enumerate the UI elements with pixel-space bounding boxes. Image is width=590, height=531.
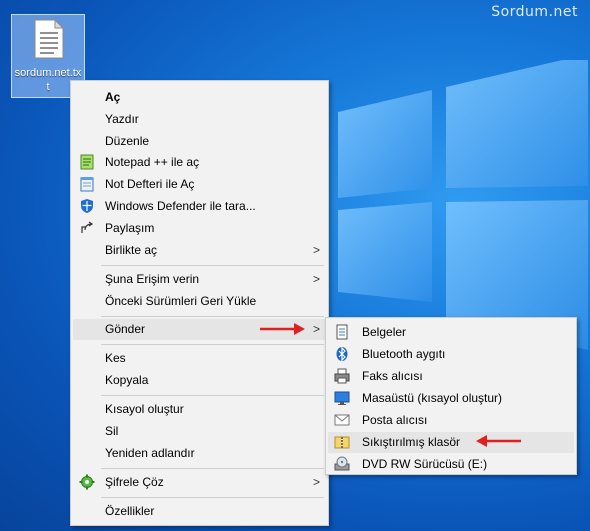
annotation-arrow-compressed-folder: [476, 435, 521, 447]
menu-item-label: DVD RW Sürücüsü (E:): [362, 457, 488, 471]
menu-item-label: Notepad ++ ile aç: [105, 155, 200, 169]
fax-icon: [334, 368, 350, 384]
chevron-right-icon: >: [312, 243, 320, 257]
menu-item-defender-scan[interactable]: Windows Defender ile tara...: [73, 196, 326, 217]
menu-item-label: Önceki Sürümleri Geri Yükle: [105, 294, 257, 308]
menu-separator: [101, 395, 324, 396]
menu-item-label: Windows Defender ile tara...: [105, 199, 256, 213]
menu-separator: [101, 468, 324, 469]
send-to-fax[interactable]: Faks alıcısı: [328, 366, 574, 387]
mail-icon: [334, 414, 350, 426]
menu-item-label: Gönder: [105, 322, 146, 336]
menu-item-label: Yeniden adlandır: [105, 446, 195, 460]
menu-item-copy[interactable]: Kopyala: [73, 370, 326, 391]
text-file-icon: [34, 19, 64, 59]
bluetooth-icon: [336, 346, 348, 362]
menu-separator: [101, 316, 324, 317]
menu-item-label: Sıkıştırılmış klasör: [362, 435, 461, 449]
documents-icon: [336, 324, 348, 340]
menu-item-label: Masaüstü (kısayol oluştur): [362, 391, 503, 405]
menu-item-notepad[interactable]: Not Defteri ile Aç: [73, 174, 326, 195]
send-to-desktop-shortcut[interactable]: Masaüstü (kısayol oluştur): [328, 388, 574, 409]
chevron-right-icon: >: [312, 272, 320, 286]
menu-item-open[interactable]: Aç: [73, 87, 326, 108]
send-to-mail[interactable]: Posta alıcısı: [328, 410, 574, 431]
menu-item-label: Not Defteri ile Aç: [105, 177, 195, 191]
menu-item-print[interactable]: Yazdır: [73, 109, 326, 130]
menu-item-label: Düzenle: [105, 134, 150, 148]
chevron-right-icon: >: [312, 475, 320, 489]
gear-icon: [79, 474, 95, 490]
menu-item-label: Şuna Erişim verin: [105, 272, 200, 286]
menu-item-label: Sil: [105, 424, 119, 438]
menu-item-properties[interactable]: Özellikler: [73, 501, 326, 522]
menu-item-label: Aç: [105, 90, 121, 104]
menu-item-label: Yazdır: [105, 112, 139, 126]
menu-item-label: Şifrele Çöz: [105, 475, 164, 489]
desktop-icon: [334, 391, 350, 405]
menu-item-label: Kısayol oluştur: [105, 402, 184, 416]
share-icon: [81, 221, 94, 233]
send-to-compressed-folder[interactable]: Sıkıştırılmış klasör: [328, 432, 574, 453]
zip-folder-icon: [334, 436, 350, 449]
menu-separator: [101, 265, 324, 266]
windows-defender-icon: [81, 199, 93, 213]
annotation-arrow-send-to: [260, 323, 305, 335]
menu-item-create-shortcut[interactable]: Kısayol oluştur: [73, 399, 326, 420]
menu-item-label: Paylaşım: [105, 221, 155, 235]
send-to-documents[interactable]: Belgeler: [328, 322, 574, 343]
windows-logo: [338, 60, 588, 350]
menu-item-label: Posta alıcısı: [362, 413, 428, 427]
menu-item-open-with[interactable]: Birlikte aç >: [73, 240, 326, 261]
watermark: Sordum.net: [491, 4, 578, 20]
context-menu: Aç Yazdır Düzenle Notepad ++ ile aç Not …: [70, 80, 329, 526]
menu-item-restore-versions[interactable]: Önceki Sürümleri Geri Yükle: [73, 291, 326, 312]
menu-separator: [101, 497, 324, 498]
menu-item-label: Bluetooth aygıtı: [362, 347, 446, 361]
menu-item-encrypt-decrypt[interactable]: Şifrele Çöz >: [73, 472, 326, 493]
dvd-drive-icon: [334, 456, 350, 471]
menu-item-cut[interactable]: Kes: [73, 348, 326, 369]
send-to-bluetooth[interactable]: Bluetooth aygıtı: [328, 344, 574, 365]
menu-item-notepad-plus[interactable]: Notepad ++ ile aç: [73, 152, 326, 173]
menu-item-label: Özellikler: [105, 504, 155, 518]
menu-item-label: Birlikte aç: [105, 243, 158, 257]
menu-item-label: Belgeler: [362, 325, 407, 339]
chevron-right-icon: >: [312, 322, 320, 336]
send-to-submenu: Belgeler Bluetooth aygıtı Faks alıcısı M…: [325, 317, 577, 475]
menu-item-delete[interactable]: Sil: [73, 421, 326, 442]
menu-item-edit[interactable]: Düzenle: [73, 131, 326, 152]
menu-item-label: Kes: [105, 351, 126, 365]
menu-item-rename[interactable]: Yeniden adlandır: [73, 443, 326, 464]
notepad-icon: [80, 177, 94, 192]
menu-item-share[interactable]: Paylaşım: [73, 218, 326, 239]
menu-item-label: Faks alıcısı: [362, 369, 423, 383]
menu-separator: [101, 344, 324, 345]
send-to-dvd-drive[interactable]: DVD RW Sürücüsü (E:): [328, 454, 574, 475]
menu-item-give-access[interactable]: Şuna Erişim verin >: [73, 269, 326, 290]
menu-item-label: Kopyala: [105, 373, 149, 387]
notepad-plus-plus-icon: [80, 154, 94, 170]
